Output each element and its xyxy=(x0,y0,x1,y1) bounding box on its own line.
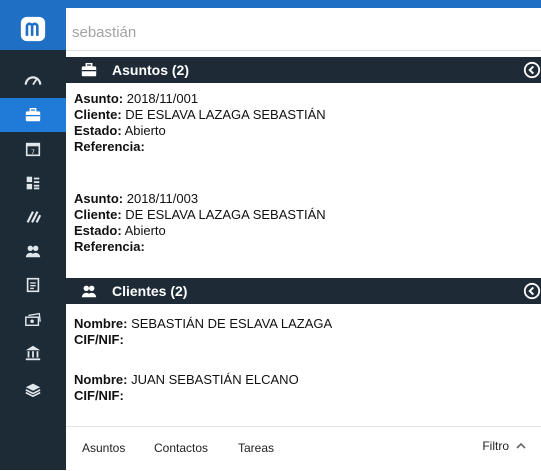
app-logo-icon xyxy=(20,16,46,42)
search-input[interactable] xyxy=(66,20,538,45)
list-icon xyxy=(26,176,40,190)
tab-contactos[interactable]: Contactos xyxy=(154,441,208,455)
briefcase-icon xyxy=(25,107,41,122)
field-label: Estado: xyxy=(74,123,122,138)
people-icon xyxy=(80,282,98,300)
asunto-value: 2018/11/001 xyxy=(126,91,199,106)
filter-toggle[interactable]: Filtro xyxy=(482,439,527,453)
sidebar-item-people[interactable] xyxy=(0,234,66,268)
field-label: Cliente: xyxy=(74,107,122,122)
field-label: Referencia: xyxy=(74,239,145,254)
tab-tareas[interactable]: Tareas xyxy=(238,441,274,455)
asunto-record[interactable]: Asunto: 2018/11/001 Cliente: DE ESLAVA L… xyxy=(74,91,534,155)
field-label: Asunto: xyxy=(74,191,124,206)
sidebar-item-list[interactable] xyxy=(0,166,66,200)
sidebar-item-bank[interactable] xyxy=(0,336,66,370)
field-label: CIF/NIF: xyxy=(74,388,124,403)
sidebar-item-calendar[interactable]: 7 xyxy=(0,132,66,166)
sidebar-item-layers[interactable] xyxy=(0,372,66,406)
people-icon xyxy=(25,245,41,258)
money-icon xyxy=(25,312,41,327)
cliente-record[interactable]: Nombre: SEBASTIÁN DE ESLAVA LAZAGA CIF/N… xyxy=(74,316,534,348)
cliente-value: DE ESLAVA LAZAGA SEBASTIÁN xyxy=(125,207,326,222)
field-label: Estado: xyxy=(74,223,122,238)
field-label: Nombre: xyxy=(74,372,128,387)
bank-icon xyxy=(25,345,41,361)
asuntos-section-header[interactable]: Asuntos (2) xyxy=(66,57,541,83)
estado-value: Abierto xyxy=(124,123,166,138)
collapse-chevron-icon[interactable] xyxy=(523,61,541,79)
sidebar-item-money[interactable] xyxy=(0,302,66,336)
cliente-record[interactable]: Nombre: JUAN SEBASTIÁN ELCANO CIF/NIF: xyxy=(74,372,534,404)
field-label: Nombre: xyxy=(74,316,128,331)
svg-text:7: 7 xyxy=(31,149,35,156)
calendar-icon: 7 xyxy=(25,142,41,157)
footer-bar: Asuntos Contactos Tareas Filtro xyxy=(66,426,541,471)
filter-label: Filtro xyxy=(482,439,509,453)
search-bar xyxy=(66,20,541,51)
sidebar-item-links[interactable] xyxy=(0,200,66,234)
app-logo[interactable] xyxy=(0,8,66,50)
link-icon xyxy=(26,211,42,223)
asuntos-section-title: Asuntos (2) xyxy=(112,62,189,78)
layers-icon xyxy=(25,383,41,398)
sidebar-item-asuntos[interactable] xyxy=(0,98,66,132)
nombre-value: SEBASTIÁN DE ESLAVA LAZAGA xyxy=(131,316,333,331)
chevron-up-icon xyxy=(516,442,526,449)
top-accent-bar xyxy=(0,0,541,8)
clientes-section-title: Clientes (2) xyxy=(112,283,188,299)
cliente-value: DE ESLAVA LAZAGA SEBASTIÁN xyxy=(125,107,326,122)
asunto-record[interactable]: Asunto: 2018/11/003 Cliente: DE ESLAVA L… xyxy=(74,191,534,255)
dashboard-icon xyxy=(24,76,42,86)
field-label: Asunto: xyxy=(74,91,124,106)
clientes-section-header[interactable]: Clientes (2) xyxy=(66,278,541,304)
tab-asuntos[interactable]: Asuntos xyxy=(82,441,125,455)
sidebar: 7 xyxy=(0,8,66,470)
asunto-value: 2018/11/003 xyxy=(126,191,199,206)
collapse-chevron-icon[interactable] xyxy=(523,282,541,300)
sidebar-item-dashboard[interactable] xyxy=(0,64,66,98)
field-label: Cliente: xyxy=(74,207,122,222)
document-icon xyxy=(26,277,40,293)
nombre-value: JUAN SEBASTIÁN ELCANO xyxy=(131,372,299,387)
briefcase-icon xyxy=(80,61,98,79)
field-label: CIF/NIF: xyxy=(74,332,124,347)
field-label: Referencia: xyxy=(74,139,145,154)
sidebar-item-documents[interactable] xyxy=(0,268,66,302)
estado-value: Abierto xyxy=(124,223,166,238)
